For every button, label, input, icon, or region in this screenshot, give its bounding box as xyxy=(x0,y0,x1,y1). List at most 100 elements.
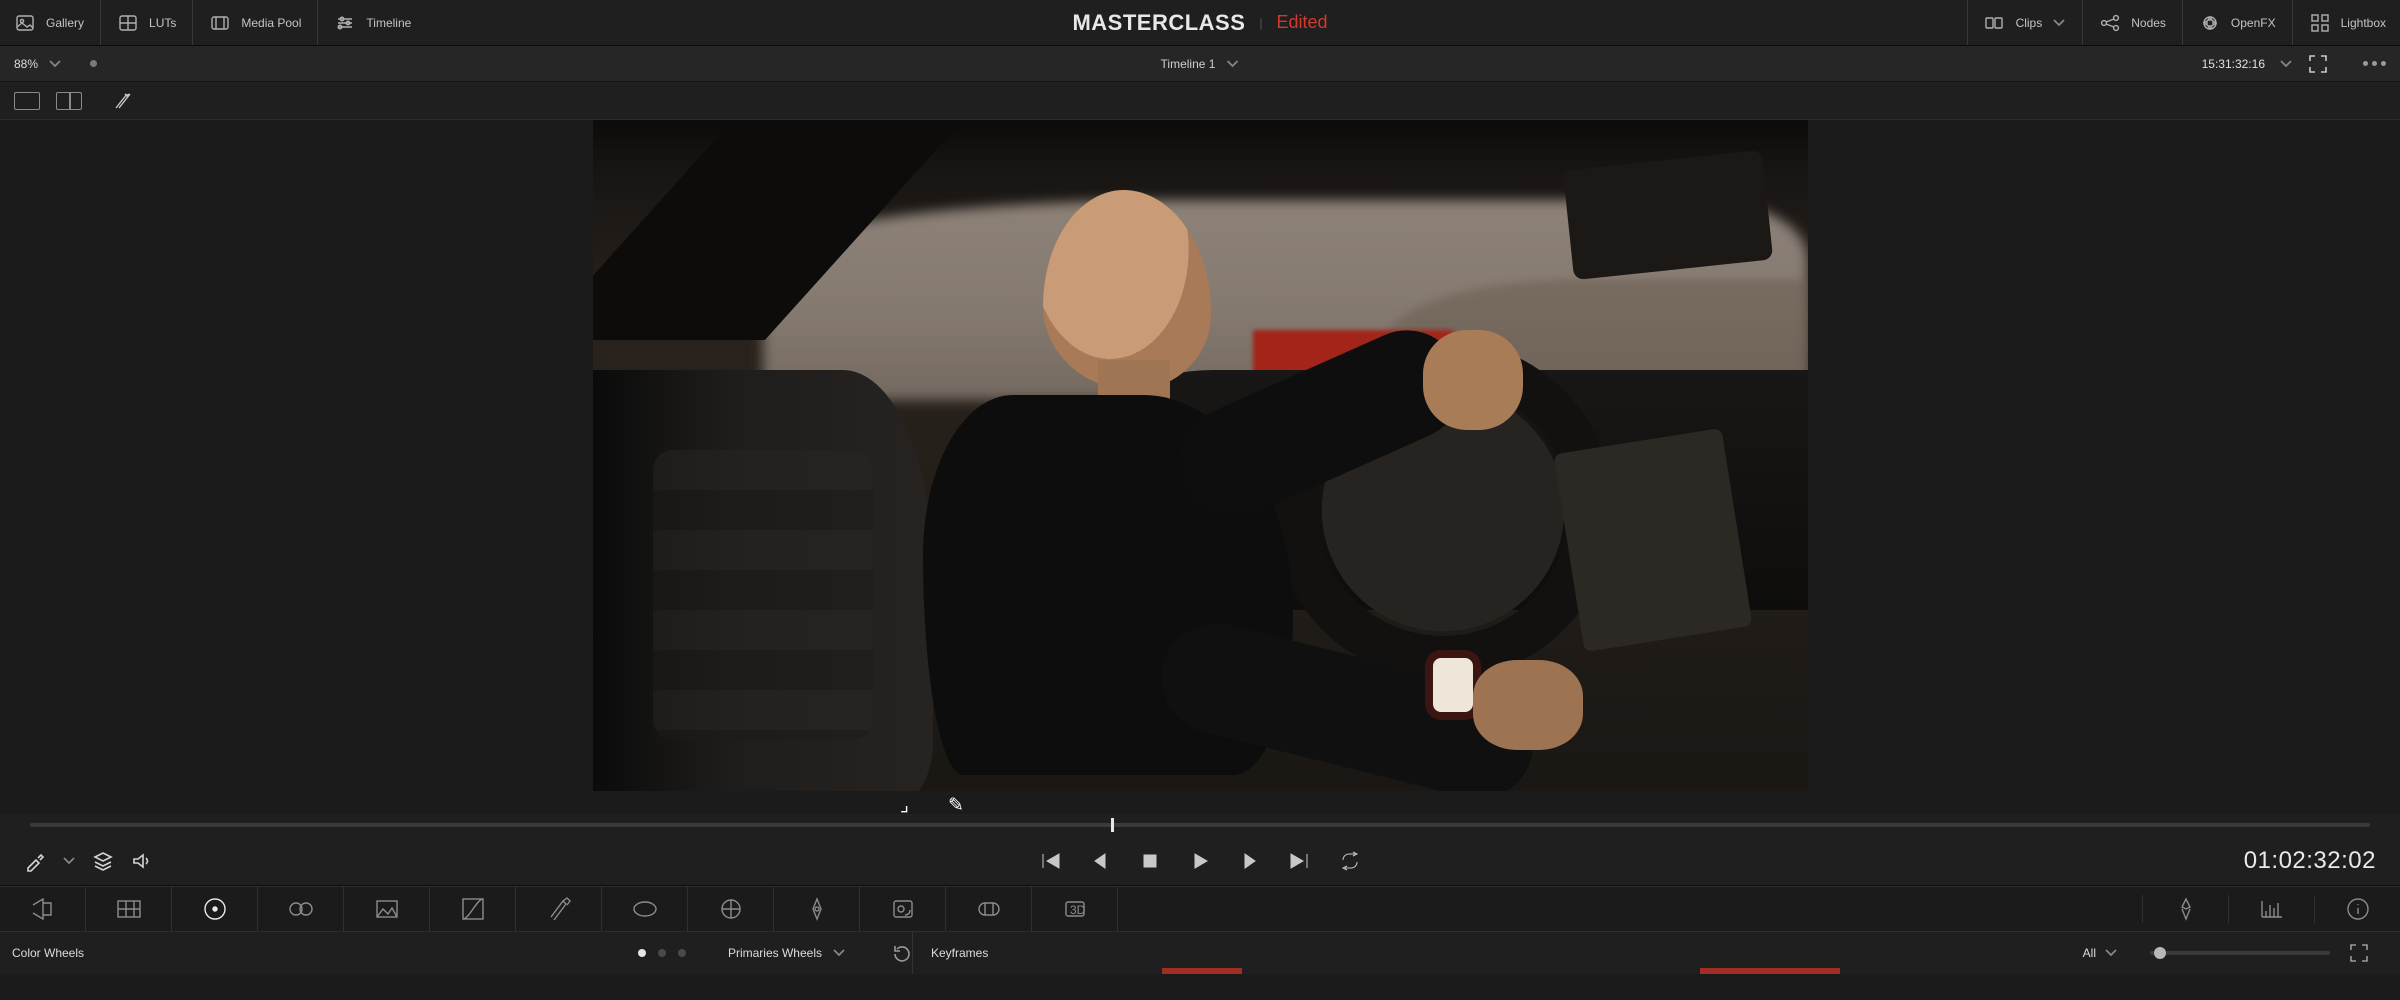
color-match-icon xyxy=(115,895,143,923)
nodes-button[interactable]: Nodes xyxy=(2082,0,2182,45)
chevron-down-icon[interactable] xyxy=(2279,57,2293,71)
media-pool-icon xyxy=(209,12,231,34)
keyframe-zoom-slider[interactable] xyxy=(2150,951,2330,955)
timeline-name-dropdown[interactable]: Timeline 1 xyxy=(1161,57,1240,71)
clips-icon xyxy=(1984,12,2006,34)
gallery-button[interactable]: Gallery xyxy=(14,0,100,45)
clips-label: Clips xyxy=(2016,16,2043,30)
scrub-bar[interactable] xyxy=(0,814,2400,836)
timeline-label: Timeline xyxy=(366,16,411,30)
viewer-toolbar xyxy=(0,82,2400,120)
loop-icon[interactable] xyxy=(1339,850,1361,872)
playhead[interactable] xyxy=(1111,818,1114,832)
dual-view-button[interactable] xyxy=(56,92,82,110)
record-timecode[interactable]: 01:02:32:02 xyxy=(2244,847,2376,875)
page-dots[interactable] xyxy=(638,949,686,957)
single-view-button[interactable] xyxy=(14,92,40,110)
timeline-name-label: Timeline 1 xyxy=(1161,57,1216,71)
qualifier-button[interactable] xyxy=(602,887,688,931)
info-button[interactable] xyxy=(2314,895,2400,923)
color-wheels-button[interactable] xyxy=(172,887,258,931)
window-button[interactable] xyxy=(688,887,774,931)
reset-icon[interactable] xyxy=(890,942,912,964)
lightbox-label: Lightbox xyxy=(2341,16,2386,30)
step-fwd-icon[interactable] xyxy=(1239,850,1261,872)
expand-icon[interactable] xyxy=(2348,942,2370,964)
step-back-icon[interactable] xyxy=(1089,850,1111,872)
media-pool-button[interactable]: Media Pool xyxy=(192,0,317,45)
tracker-icon xyxy=(803,895,831,923)
options-menu-icon[interactable] xyxy=(2363,61,2386,66)
curves-icon xyxy=(459,895,487,923)
luts-icon xyxy=(117,12,139,34)
magic-mask-button[interactable] xyxy=(860,887,946,931)
timeline-icon xyxy=(334,12,356,34)
scrub-track xyxy=(30,823,2370,827)
chevron-down-icon xyxy=(1225,57,1239,71)
chevron-down-icon[interactable] xyxy=(62,854,76,868)
nodes-icon xyxy=(2099,12,2121,34)
palette-strip: 3D xyxy=(0,886,2400,932)
camera-raw-button[interactable] xyxy=(0,887,86,931)
clips-button[interactable]: Clips xyxy=(1967,0,2083,45)
rgb-mixer-icon xyxy=(373,895,401,923)
last-frame-icon[interactable] xyxy=(1289,850,1311,872)
openfx-label: OpenFX xyxy=(2231,16,2276,30)
keyframe-segment[interactable] xyxy=(1162,968,1242,974)
image-wipe-icon[interactable] xyxy=(112,90,134,112)
sizing-icon: 3D xyxy=(1061,895,1089,923)
hdr-icon xyxy=(287,895,315,923)
source-timecode[interactable]: 15:31:32:16 xyxy=(2202,57,2265,71)
scopes-button[interactable] xyxy=(2228,895,2314,923)
stop-icon[interactable] xyxy=(1139,850,1161,872)
lightbox-icon xyxy=(2309,12,2331,34)
power-window-icon xyxy=(717,895,745,923)
color-warper-button[interactable] xyxy=(516,887,602,931)
highlight-icon xyxy=(2172,895,2200,923)
layer-stack-icon[interactable] xyxy=(92,850,114,872)
blur-button[interactable] xyxy=(946,887,1032,931)
first-frame-icon[interactable] xyxy=(1039,850,1061,872)
expand-icon[interactable] xyxy=(2307,53,2329,75)
footer-bar: Color Wheels Primaries Wheels Keyframes … xyxy=(0,932,2400,974)
chevron-down-icon xyxy=(2052,16,2066,30)
luts-label: LUTs xyxy=(149,16,176,30)
gallery-icon xyxy=(14,12,36,34)
timeline-button[interactable]: Timeline xyxy=(317,0,427,45)
chevron-down-icon xyxy=(48,57,62,71)
lightbox-button[interactable]: Lightbox xyxy=(2292,0,2386,45)
mode-label: Primaries Wheels xyxy=(728,946,822,960)
keyframe-segment[interactable] xyxy=(1700,968,1840,974)
openfx-button[interactable]: OpenFX xyxy=(2182,0,2292,45)
hdr-button[interactable] xyxy=(258,887,344,931)
scopes-icon xyxy=(2258,895,2286,923)
mode-dropdown[interactable]: Primaries Wheels xyxy=(728,946,846,960)
zoom-dropdown[interactable]: 88% xyxy=(14,57,97,71)
sizing-button[interactable]: 3D xyxy=(1032,887,1118,931)
transport-controls xyxy=(1039,850,1361,872)
luts-button[interactable]: LUTs xyxy=(100,0,192,45)
svg-text:3D: 3D xyxy=(1070,903,1086,917)
viewer-frame xyxy=(593,120,1808,791)
color-match-button[interactable] xyxy=(86,887,172,931)
keyframes-panel-header: Keyframes All xyxy=(912,932,2388,974)
zoom-value: 88% xyxy=(14,57,38,71)
qualifier-icon xyxy=(631,895,659,923)
camera-raw-icon xyxy=(29,895,57,923)
gallery-label: Gallery xyxy=(46,16,84,30)
magic-mask-icon xyxy=(889,895,917,923)
keyframes-filter-dropdown[interactable]: All xyxy=(2083,946,2136,960)
curves-button[interactable] xyxy=(430,887,516,931)
project-status: Edited xyxy=(1277,12,1328,33)
color-warper-icon xyxy=(545,895,573,923)
tracker-button[interactable] xyxy=(774,887,860,931)
highlight-button[interactable] xyxy=(2142,895,2228,923)
rgb-mixer-button[interactable] xyxy=(344,887,430,931)
project-name: MASTERCLASS xyxy=(1072,10,1245,36)
color-picker-icon[interactable] xyxy=(24,850,46,872)
play-icon[interactable] xyxy=(1189,850,1211,872)
chevron-down-icon xyxy=(832,946,846,960)
mute-icon[interactable] xyxy=(130,850,152,872)
project-title-block: MASTERCLASS | Edited xyxy=(1072,10,1327,36)
viewer-area[interactable]: ⌟ ✎ xyxy=(0,120,2400,814)
